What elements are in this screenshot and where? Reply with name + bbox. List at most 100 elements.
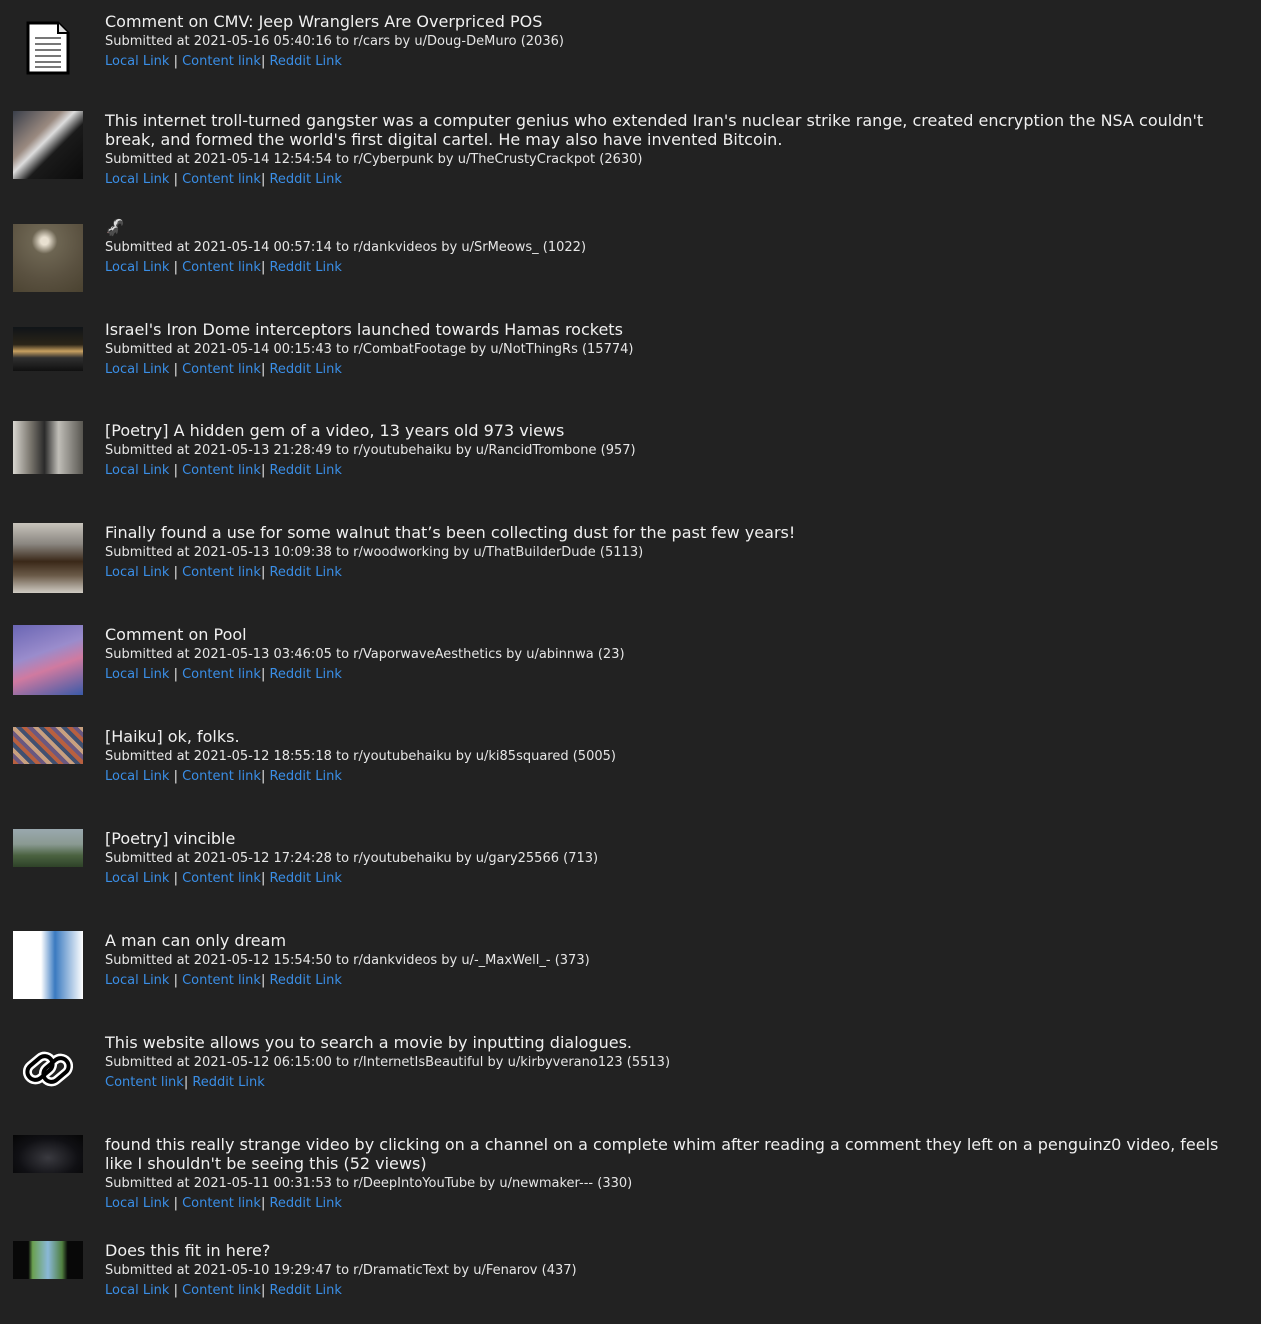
- link-separator: |: [169, 54, 183, 69]
- link-separator: |: [169, 565, 183, 580]
- post-thumbnail[interactable]: [13, 523, 83, 593]
- local-link[interactable]: Local Link: [105, 260, 169, 275]
- post-links: Local Link | Content link| Reddit Link: [105, 170, 1240, 190]
- content-link[interactable]: Content link: [182, 667, 261, 682]
- post-content: Israel's Iron Dome interceptors launched…: [105, 320, 1240, 380]
- post-meta: Submitted at 2021-05-13 10:09:38 to r/wo…: [105, 545, 644, 560]
- local-link[interactable]: Local Link: [105, 172, 169, 187]
- post-thumbnail[interactable]: [13, 625, 83, 695]
- post-content: Comment on Pool Submitted at 2021-05-13 0…: [105, 625, 1240, 685]
- post-title: Does this fit in here?: [105, 1241, 271, 1260]
- post-content: This website allows you to search a movi…: [105, 1033, 1240, 1093]
- link-separator: |: [169, 973, 183, 988]
- content-link[interactable]: Content link: [182, 973, 261, 988]
- content-link[interactable]: Content link: [182, 463, 261, 478]
- post-meta: Submitted at 2021-05-14 00:57:14 to r/da…: [105, 240, 587, 255]
- content-link[interactable]: Content link: [182, 565, 261, 580]
- post-title: This internet troll-turned gangster was …: [105, 111, 1204, 149]
- content-link[interactable]: Content link: [182, 1283, 261, 1298]
- post-links: Content link| Reddit Link: [105, 1073, 1240, 1093]
- post-content: Comment on CMV: Jeep Wranglers Are Overp…: [105, 12, 1240, 72]
- post-links: Local Link | Content link| Reddit Link: [105, 52, 1240, 72]
- post-title: [Poetry] vincible: [105, 829, 236, 848]
- post-meta: Submitted at 2021-05-16 05:40:16 to r/ca…: [105, 34, 564, 49]
- post-thumbnail[interactable]: [13, 931, 83, 999]
- reddit-link[interactable]: Reddit Link: [269, 362, 341, 377]
- content-link[interactable]: Content link: [182, 769, 261, 784]
- post-thumbnail[interactable]: [13, 111, 83, 179]
- content-link[interactable]: Content link: [182, 1196, 261, 1211]
- post-content: [Poetry] vincible Submitted at 2021-05-12…: [105, 829, 1240, 889]
- post-links: Local Link | Content link| Reddit Link: [105, 461, 1240, 481]
- post-thumbnail[interactable]: [13, 727, 83, 764]
- reddit-link[interactable]: Reddit Link: [269, 260, 341, 275]
- post-thumbnail[interactable]: [13, 327, 83, 371]
- post-meta: Submitted at 2021-05-12 06:15:00 to r/In…: [105, 1055, 671, 1070]
- document-icon[interactable]: [13, 18, 83, 78]
- post-meta: Submitted at 2021-05-11 00:31:53 to r/De…: [105, 1176, 633, 1191]
- link-separator: |: [169, 667, 183, 682]
- content-link[interactable]: Content link: [182, 871, 261, 886]
- post-content: This internet troll-turned gangster was …: [105, 111, 1240, 190]
- link-icon[interactable]: [13, 1039, 83, 1099]
- content-link[interactable]: Content link: [182, 172, 261, 187]
- local-link[interactable]: Local Link: [105, 871, 169, 886]
- post-content: A man can only dream Submitted at 2021-05…: [105, 931, 1240, 991]
- reddit-link[interactable]: Reddit Link: [269, 769, 341, 784]
- content-link[interactable]: Content link: [182, 362, 261, 377]
- content-link[interactable]: Content link: [182, 54, 261, 69]
- local-link[interactable]: Local Link: [105, 565, 169, 580]
- local-link[interactable]: Local Link: [105, 973, 169, 988]
- post-meta: Submitted at 2021-05-12 17:24:28 to r/yo…: [105, 851, 599, 866]
- link-separator: |: [169, 1196, 183, 1211]
- post-title: This website allows you to search a movi…: [105, 1033, 632, 1052]
- post-content: found this really strange video by click…: [105, 1135, 1240, 1214]
- local-link[interactable]: Local Link: [105, 362, 169, 377]
- local-link[interactable]: Local Link: [105, 54, 169, 69]
- post-meta: Submitted at 2021-05-13 03:46:05 to r/Va…: [105, 647, 625, 662]
- post-title: A man can only dream: [105, 931, 287, 950]
- post-thumbnail[interactable]: [13, 224, 83, 292]
- post-thumbnail[interactable]: [13, 1135, 83, 1173]
- local-link[interactable]: Local Link: [105, 1283, 169, 1298]
- reddit-link[interactable]: Reddit Link: [269, 54, 341, 69]
- post-content: 🦨 Submitted at 2021-05-14 00:57:14 to r/d…: [105, 218, 1240, 278]
- post-links: Local Link | Content link| Reddit Link: [105, 971, 1240, 991]
- local-link[interactable]: Local Link: [105, 1196, 169, 1211]
- post-title: Comment on CMV: Jeep Wranglers Are Overp…: [105, 12, 543, 31]
- post-thumbnail[interactable]: [13, 1241, 83, 1279]
- local-link[interactable]: Local Link: [105, 463, 169, 478]
- post-meta: Submitted at 2021-05-13 21:28:49 to r/yo…: [105, 443, 636, 458]
- post-thumbnail[interactable]: [13, 421, 83, 474]
- link-separator: |: [169, 463, 183, 478]
- post-meta: Submitted at 2021-05-12 18:55:18 to r/yo…: [105, 749, 616, 764]
- reddit-link[interactable]: Reddit Link: [269, 871, 341, 886]
- reddit-link[interactable]: Reddit Link: [192, 1075, 264, 1090]
- post-content: [Poetry] A hidden gem of a video, 13 yea…: [105, 421, 1240, 481]
- link-separator: |: [169, 260, 183, 275]
- content-link[interactable]: Content link: [182, 260, 261, 275]
- local-link[interactable]: Local Link: [105, 667, 169, 682]
- reddit-link[interactable]: Reddit Link: [269, 565, 341, 580]
- post-meta: Submitted at 2021-05-10 19:29:47 to r/Dr…: [105, 1263, 577, 1278]
- post-title: 🦨: [105, 218, 125, 237]
- post-content: Does this fit in here? Submitted at 2021-…: [105, 1241, 1240, 1301]
- post-content: [Haiku] ok, folks. Submitted at 2021-05-1…: [105, 727, 1240, 787]
- reddit-link[interactable]: Reddit Link: [269, 463, 341, 478]
- post-links: Local Link | Content link| Reddit Link: [105, 563, 1240, 583]
- post-links: Local Link | Content link| Reddit Link: [105, 665, 1240, 685]
- post-title: found this really strange video by click…: [105, 1135, 1219, 1173]
- reddit-link[interactable]: Reddit Link: [269, 1196, 341, 1211]
- reddit-link[interactable]: Reddit Link: [269, 667, 341, 682]
- post-links: Local Link | Content link| Reddit Link: [105, 360, 1240, 380]
- reddit-link[interactable]: Reddit Link: [269, 172, 341, 187]
- reddit-link[interactable]: Reddit Link: [269, 973, 341, 988]
- link-separator: |: [169, 769, 183, 784]
- post-thumbnail[interactable]: [13, 829, 83, 867]
- reddit-link[interactable]: Reddit Link: [269, 1283, 341, 1298]
- post-meta: Submitted at 2021-05-14 12:54:54 to r/Cy…: [105, 152, 643, 167]
- link-separator: |: [169, 871, 183, 886]
- local-link[interactable]: Local Link: [105, 769, 169, 784]
- content-link[interactable]: Content link: [105, 1075, 184, 1090]
- post-links: Local Link | Content link| Reddit Link: [105, 869, 1240, 889]
